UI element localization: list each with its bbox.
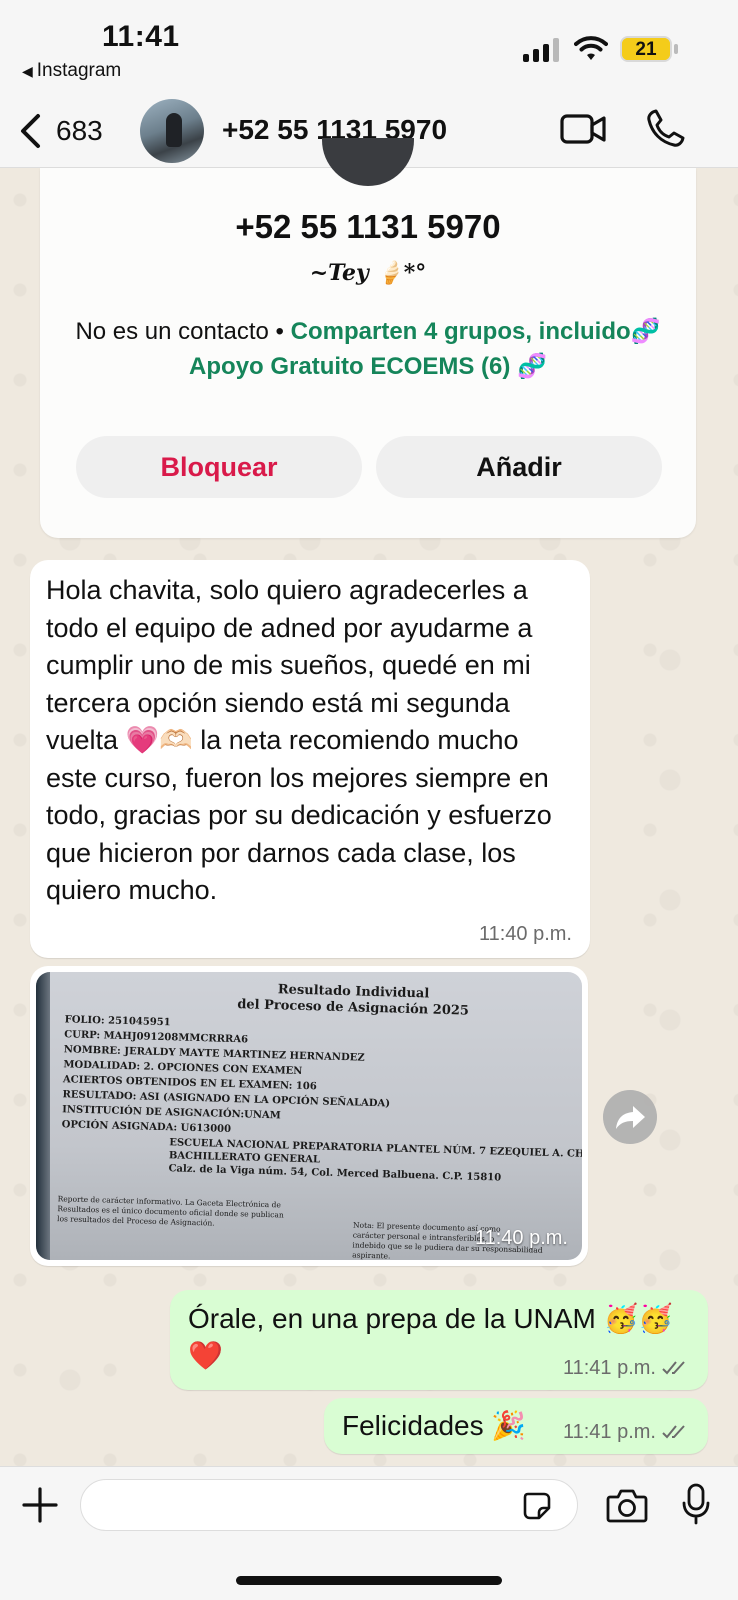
- chevron-left-icon: [21, 114, 40, 148]
- photo-edge: [36, 972, 50, 1260]
- forward-icon[interactable]: [603, 1090, 657, 1144]
- message-meta: 11:41 p.m.: [563, 1357, 690, 1380]
- block-button[interactable]: Bloquear: [76, 436, 362, 498]
- add-contact-button[interactable]: Añadir: [376, 436, 662, 498]
- message-time: 11:41 p.m.: [562, 1421, 656, 1443]
- contact-info-card: +52 55 1131 5970 ~Tey 🍦*° No es un conta…: [40, 138, 696, 538]
- wifi-icon: [574, 36, 608, 60]
- battery-level: 21: [635, 39, 657, 60]
- message-input[interactable]: [80, 1479, 578, 1531]
- message-text: Hola chavita, solo quiero agradecerles a…: [46, 575, 552, 905]
- document-school-line: Calz. de la Viga núm. 54, Col. Merced Ba…: [168, 1163, 502, 1184]
- plus-icon[interactable]: [20, 1485, 60, 1525]
- outgoing-message[interactable]: Felicidades 🎉 11:41 p.m.: [324, 1398, 708, 1454]
- back-button[interactable]: 683: [18, 106, 103, 156]
- back-app-label: Instagram: [36, 60, 122, 81]
- contact-groups-info: No es un contacto • Comparten 4 grupos, …: [60, 314, 676, 384]
- contact-card-avatar: [322, 138, 414, 186]
- not-contact-label: No es un contacto •: [75, 318, 291, 345]
- video-call-icon[interactable]: [560, 110, 606, 148]
- battery-nub: [674, 44, 678, 54]
- message-meta: 11:41 p.m.: [563, 1421, 690, 1444]
- outgoing-message[interactable]: Órale, en una prepa de la UNAM 🥳🥳❤️ 11:4…: [170, 1290, 708, 1390]
- back-triangle-icon: ◀: [22, 63, 33, 79]
- document-line: CURP: MAHJ091208MMCRRRA6: [64, 1029, 249, 1046]
- sticker-icon[interactable]: [522, 1491, 552, 1521]
- document-line: FOLIO: 251045951: [64, 1014, 171, 1029]
- contact-avatar[interactable]: [140, 99, 204, 163]
- contact-phone-number: +52 55 1131 5970: [235, 208, 501, 245]
- status-time: 11:41: [102, 20, 180, 53]
- phone-call-icon[interactable]: [646, 108, 686, 148]
- signal-icon: [523, 38, 559, 62]
- home-indicator: [236, 1576, 502, 1585]
- contact-display-name: ~Tey 🍦*°: [309, 260, 427, 286]
- camera-icon[interactable]: [606, 1487, 648, 1523]
- document-content: Resultado Individual del Proceso de Asign…: [46, 972, 582, 1260]
- document-note: aspirante.: [352, 1250, 391, 1260]
- status-bar: 11:41 ◀ Instagram 21: [0, 0, 738, 96]
- document-photo[interactable]: Resultado Individual del Proceso de Asign…: [36, 972, 582, 1260]
- back-to-app-link[interactable]: ◀ Instagram: [22, 60, 121, 82]
- incoming-image-message[interactable]: Resultado Individual del Proceso de Asign…: [30, 966, 588, 1266]
- incoming-message[interactable]: Hola chavita, solo quiero agradecerles a…: [30, 560, 590, 958]
- document-line: INSTITUCIÓN DE ASIGNACIÓN:UNAM: [62, 1104, 281, 1122]
- battery-icon: 21: [620, 36, 672, 62]
- message-time: 11:40 p.m.: [474, 1227, 568, 1249]
- document-line: OPCIÓN ASIGNADA: U613000: [61, 1119, 232, 1136]
- message-time: 11:41 p.m.: [562, 1357, 656, 1379]
- unread-count: 683: [56, 115, 103, 146]
- microphone-icon[interactable]: [682, 1483, 710, 1525]
- message-text: Felicidades 🎉: [342, 1410, 527, 1441]
- message-time: 11:40 p.m.: [478, 923, 572, 945]
- read-ticks-icon: [662, 1361, 685, 1375]
- read-ticks-icon: [662, 1425, 685, 1439]
